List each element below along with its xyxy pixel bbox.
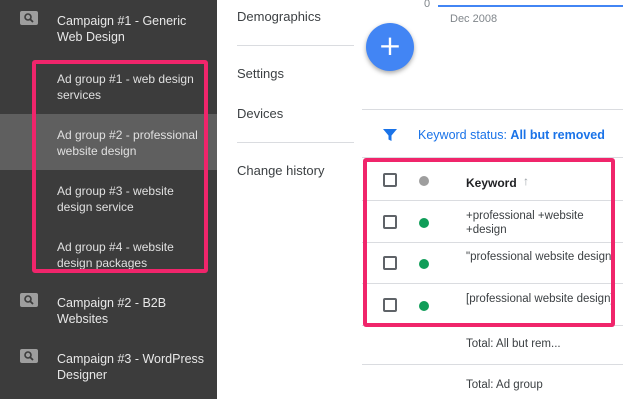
nav-divider [237,142,354,143]
performance-chart: 0 Dec 2008 + [362,0,623,110]
filter-icon[interactable] [382,127,398,148]
search-icon [20,293,38,307]
sidebar-campaign-1[interactable]: Campaign #1 - Generic Web Design [0,0,217,56]
total-row: Total: Ad group [362,365,623,399]
nav-item-demographics[interactable]: Demographics [237,9,321,24]
filter-bar[interactable]: Keyword status: All but removed [362,110,623,158]
search-icon [20,11,38,25]
filter-value: All but removed [510,128,605,142]
total-row: Total: All but rem... [362,326,623,365]
add-button[interactable]: + [366,23,414,71]
total-label: Total: All but rem... [466,338,561,350]
nav-item-devices[interactable]: Devices [237,106,283,121]
highlight-frame [363,158,615,327]
nav-item-settings[interactable]: Settings [237,66,284,81]
campaign-label: Campaign #1 - Generic Web Design [57,14,187,44]
campaign-label: Campaign #2 - B2B Websites [57,296,167,326]
chart-baseline [438,5,623,7]
y-axis-zero-label: 0 [424,0,431,10]
highlight-frame [32,60,208,273]
page-nav: Demographics Settings Devices Change his… [217,0,362,399]
sidebar-campaign-3[interactable]: Campaign #3 - WordPress Designer [0,338,217,394]
search-icon [20,349,38,363]
sidebar-campaign-2[interactable]: Campaign #2 - B2B Websites [0,282,217,338]
filter-text[interactable]: Keyword status: All but removed [418,128,605,142]
nav-divider [237,45,354,46]
filter-prefix: Keyword status: [418,128,507,142]
nav-item-change-history[interactable]: Change history [237,163,324,178]
total-label: Total: Ad group [466,379,543,391]
x-axis-label: Dec 2008 [450,13,498,25]
campaign-label: Campaign #3 - WordPress Designer [57,352,205,382]
